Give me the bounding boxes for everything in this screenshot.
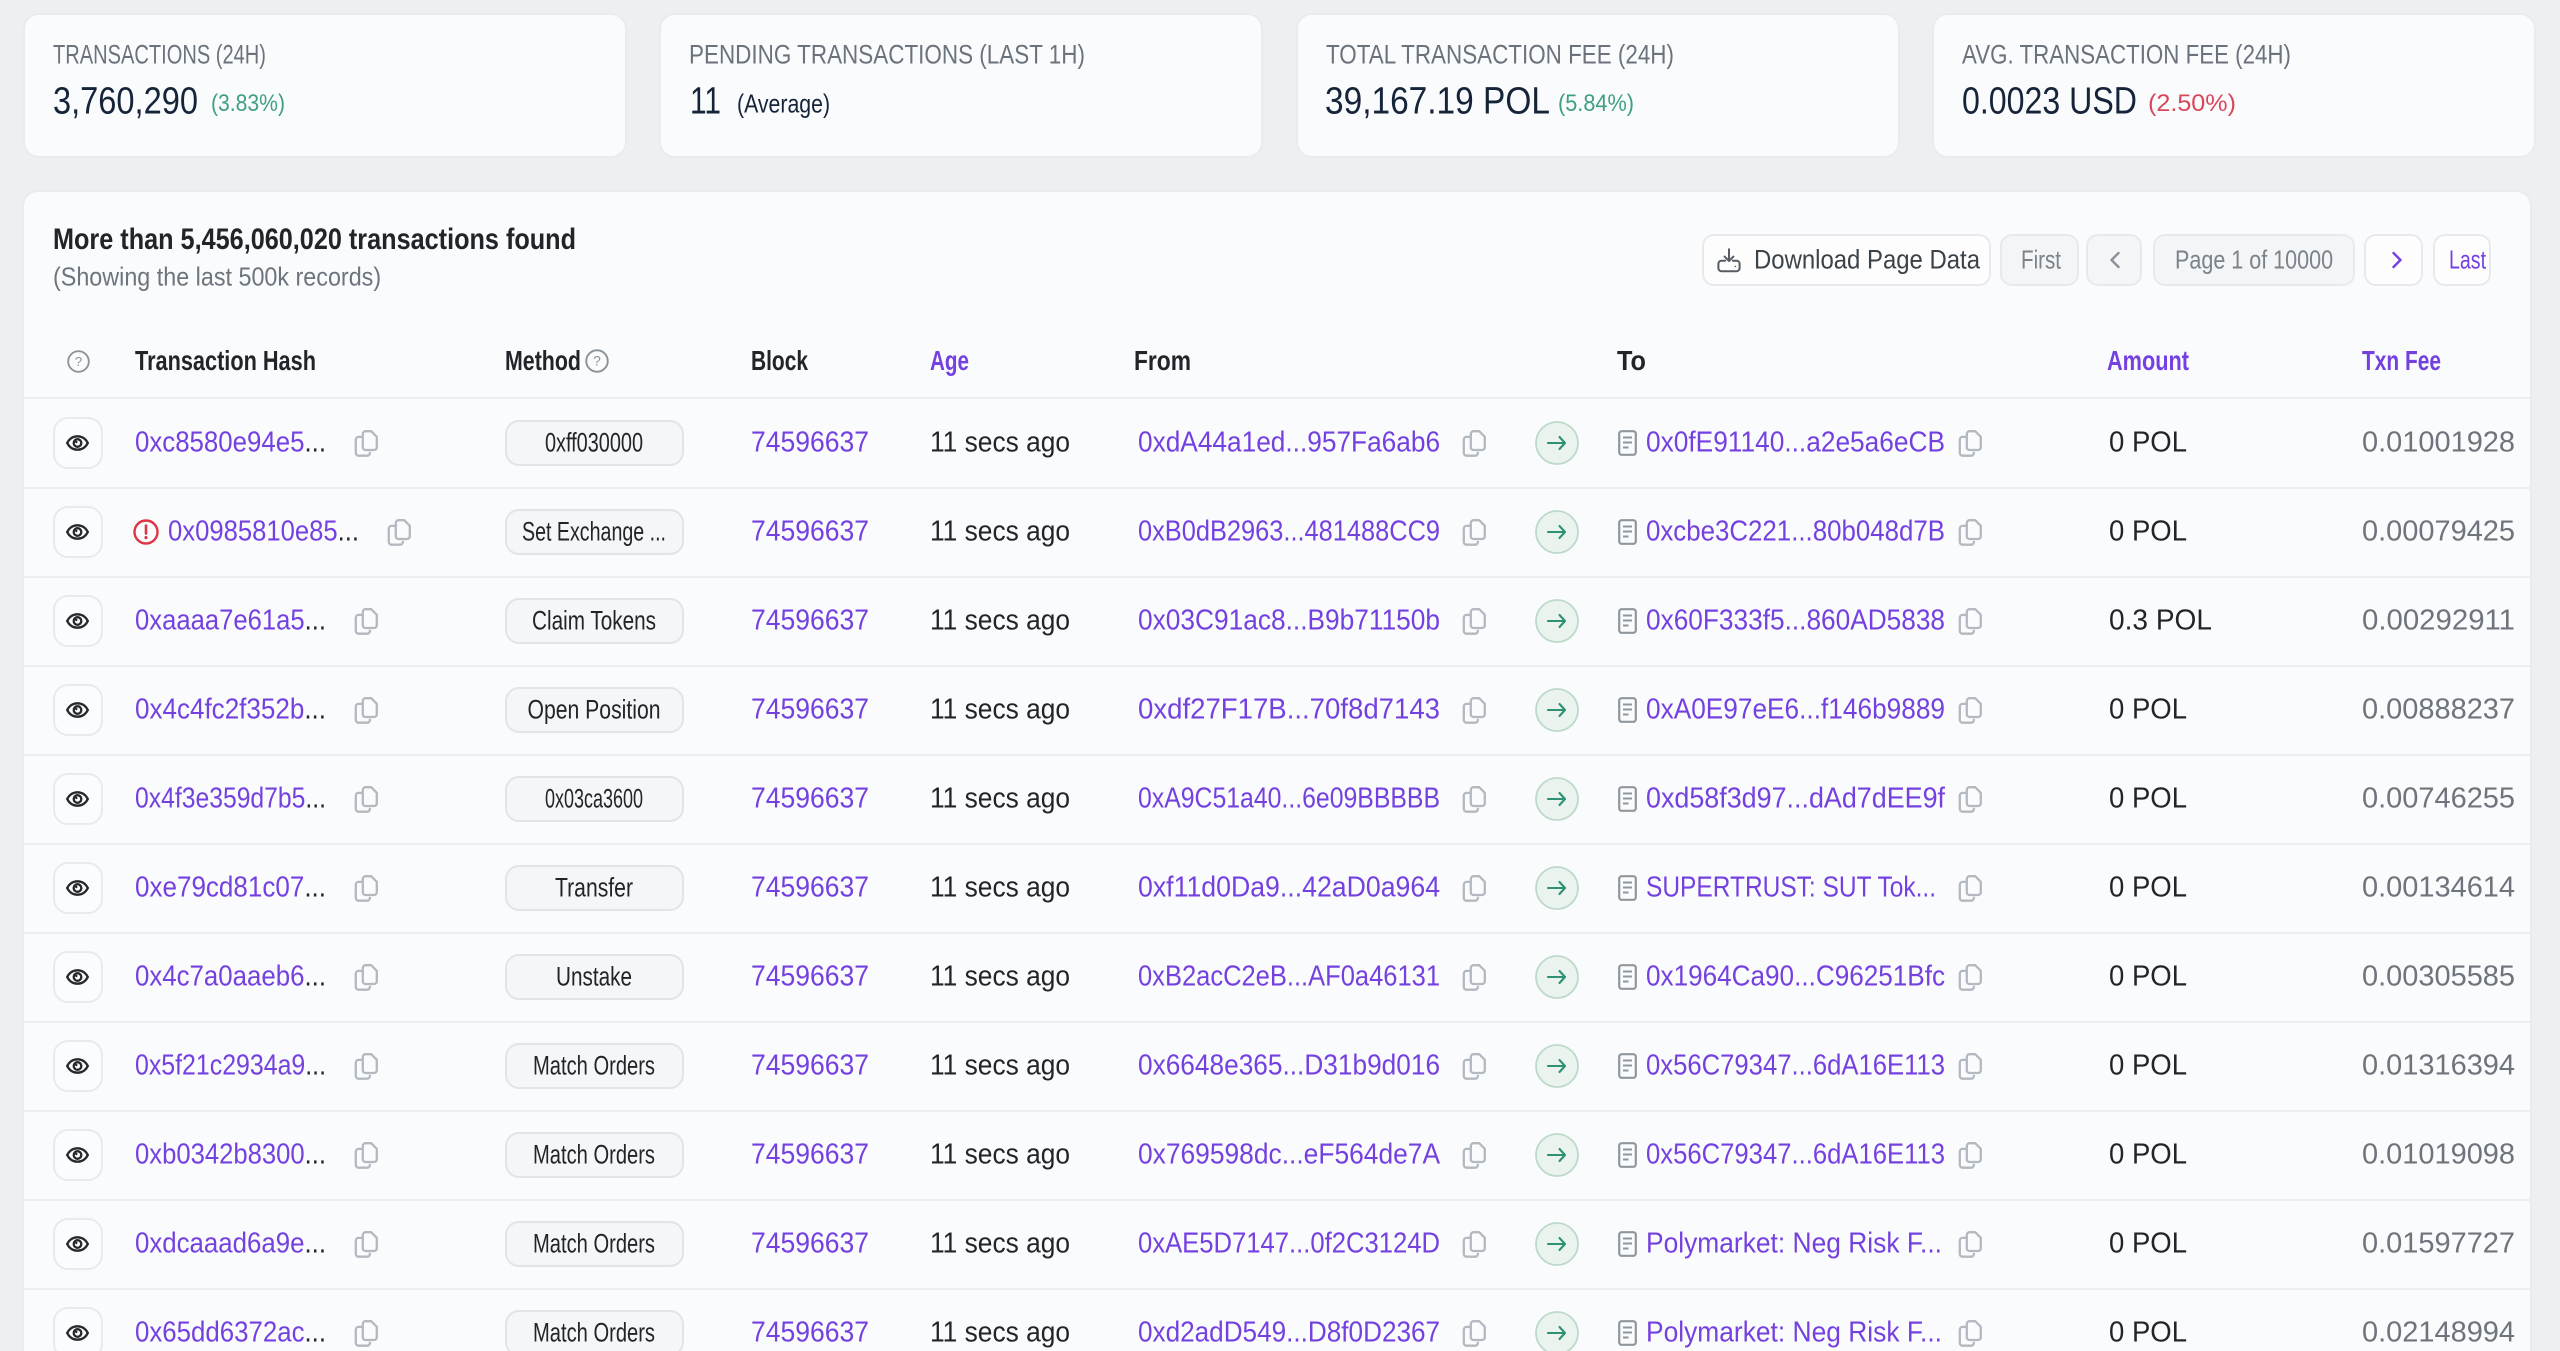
svg-text:?: ? — [593, 353, 601, 369]
svg-text:?: ? — [74, 354, 81, 369]
